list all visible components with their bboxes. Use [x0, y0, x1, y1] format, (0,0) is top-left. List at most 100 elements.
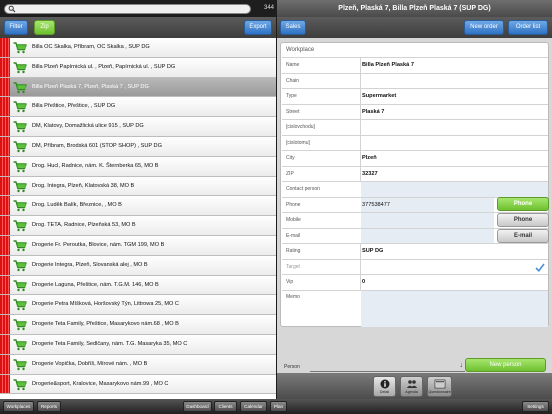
status-stripe	[0, 216, 10, 235]
calendar-button[interactable]: Calendar	[240, 401, 267, 412]
info-icon	[380, 379, 389, 389]
order-list-button[interactable]: Order list	[508, 20, 548, 35]
list-item[interactable]: Billa Plzeň Papírnická ul. , Plzeň, Papí…	[0, 57, 276, 78]
store-name: Drogerie Petra Míšková, Horšovský Týn, L…	[32, 301, 179, 308]
phone-button[interactable]: Phone	[497, 213, 549, 227]
list-item[interactable]: Drogerie Petra Míšková, Horšovský Týn, L…	[0, 295, 276, 316]
cart-icon[interactable]	[13, 260, 27, 272]
list-item[interactable]: Billa Přeštice, Přeštice, , SUP DG	[0, 97, 276, 118]
reports-button[interactable]: Reports	[37, 401, 61, 412]
cislotomu-row: [cislotomu]	[282, 134, 548, 150]
search-input[interactable]	[4, 4, 251, 14]
cart-icon[interactable]	[13, 359, 27, 371]
plan-button[interactable]: Plan	[270, 401, 287, 412]
dashboard-button[interactable]: Dashboard	[183, 401, 212, 412]
cart-icon[interactable]	[13, 319, 27, 331]
email-input[interactable]	[361, 228, 494, 243]
rating-label: Rating	[286, 248, 301, 254]
cart-icon[interactable]	[13, 161, 27, 173]
form-icon	[434, 379, 445, 389]
store-name: Drogerie Teta Family, Sedlčany, nám. T.G…	[32, 340, 188, 347]
cart-icon[interactable]	[13, 62, 27, 74]
list-item[interactable]: Drog. Integra, Plzeň, Klatovská 38, MO B	[0, 176, 276, 197]
list-item[interactable]: Drogerie Teta Family, Sedlčany, nám. T.G…	[0, 334, 276, 355]
name-row: Name Billa Plzeň Plaská 7	[282, 57, 548, 73]
memo-input[interactable]	[361, 290, 548, 327]
divider	[360, 120, 361, 135]
workplace-detail-pane: Plzeň, Plaská 7, Billa Plzeň Plaská 7 (S…	[277, 0, 552, 399]
new-order-button[interactable]: New order	[464, 20, 504, 35]
list-item[interactable]: Drog. Hucl, Radnice, nám. K. Šternberka …	[0, 156, 276, 177]
workplace-form: Workplace Name Billa Plzeň Plaská 7 Chai…	[280, 42, 549, 327]
list-item[interactable]: DM, Klatovy, Domažlická ulice 915 , SUP …	[0, 117, 276, 137]
cart-icon[interactable]	[13, 121, 27, 133]
sales-button[interactable]: Sales	[280, 20, 306, 35]
filter-button[interactable]: Filter	[4, 20, 28, 35]
cart-icon[interactable]	[13, 81, 27, 94]
zip-value[interactable]: 32327	[362, 167, 378, 182]
mobile-input[interactable]	[361, 213, 494, 228]
name-value[interactable]: Billa Plzeň Plaská 7	[362, 58, 414, 73]
detail-toolbar: Sales New order Order list	[277, 17, 552, 38]
tab-questionnaire[interactable]: Questionnaire	[427, 376, 452, 397]
type-value[interactable]: Supermarket	[362, 89, 396, 104]
list-item[interactable]: Drogerie Integra, Plzeň, Slovanská alej …	[0, 255, 276, 276]
list-toolbar: Filter Zip Export	[0, 17, 276, 38]
list-item[interactable]: Drogerie&sport, Kralovice, Masarykovo ná…	[0, 374, 276, 395]
target-check-icon[interactable]	[535, 263, 545, 272]
list-item[interactable]: Drog. Luděk Balík, Březnice, , MO B	[0, 196, 276, 217]
type-row: Type Supermarket	[282, 88, 548, 104]
name-label: Name	[286, 62, 300, 68]
cart-icon[interactable]	[13, 200, 27, 212]
store-name: Billa Přeštice, Přeštice, , SUP DG	[32, 103, 116, 110]
cart-icon[interactable]	[13, 180, 27, 193]
tab-agenda[interactable]: Agenda	[400, 376, 423, 397]
new-person-button[interactable]: New person	[465, 358, 546, 372]
zip-label: ZIP	[286, 170, 294, 177]
workplaces-button[interactable]: Workplaces	[3, 401, 34, 412]
person-label: Person	[284, 364, 300, 370]
cart-icon[interactable]	[13, 279, 27, 292]
page-title: Plzeň, Plaská 7, Billa Plzeň Plaská 7 (S…	[338, 5, 491, 12]
cart-icon[interactable]	[13, 240, 27, 252]
list-item[interactable]: Billa Plzeň Plaská 7, Plzeň, Plaská 7 , …	[0, 77, 276, 98]
cart-icon[interactable]	[13, 339, 27, 351]
list-item[interactable]: Drogerie Laguna, Přeštice, nám. T.G.M. 1…	[0, 275, 276, 296]
rating-value[interactable]: SUP DG	[362, 244, 383, 259]
list-item[interactable]: DM, Příbram, Brodská 601 (STOP SHOP) , S…	[0, 136, 276, 157]
vip-value[interactable]: 0	[362, 275, 365, 290]
chain-row: Chain	[282, 72, 548, 88]
cart-icon[interactable]	[13, 101, 27, 113]
divider	[360, 259, 361, 274]
zip-button[interactable]: Zip	[34, 20, 55, 35]
divider	[360, 275, 361, 290]
street-value[interactable]: Plaská 7	[362, 105, 384, 120]
type-label: Type	[286, 93, 297, 99]
clients-button[interactable]: Clients	[214, 401, 237, 412]
cart-icon[interactable]	[13, 42, 27, 54]
tab-detail[interactable]: Detail	[373, 376, 396, 397]
mobile-label: Mobile	[286, 217, 301, 223]
list-item[interactable]: Drog. TETA, Radnice, Plzeňská 53, MO B	[0, 216, 276, 236]
status-stripe	[0, 196, 10, 216]
phone-call-button[interactable]: Phone	[497, 197, 549, 211]
rating-row: Rating SUP DG	[282, 243, 548, 259]
list-item[interactable]: Drogerie Teta Family, Přeštice, Masaryko…	[0, 315, 276, 335]
cart-icon[interactable]	[13, 299, 27, 311]
person-select[interactable]: ↓	[310, 362, 465, 372]
status-stripe	[0, 315, 10, 334]
cart-icon[interactable]	[13, 220, 27, 232]
list-item[interactable]: Drogerie Fr. Peroutka, Blovice, nám. TGM…	[0, 235, 276, 256]
status-stripe	[0, 295, 10, 315]
cart-icon[interactable]	[13, 141, 27, 153]
cart-icon[interactable]	[13, 378, 27, 391]
email-button[interactable]: E-mail	[497, 229, 549, 243]
city-value[interactable]: Plzeň	[362, 151, 377, 166]
contact-person-input[interactable]	[361, 182, 548, 197]
settings-button[interactable]: Settings	[522, 401, 549, 412]
chevron-down-icon: ↓	[459, 362, 464, 369]
list-item[interactable]: Billa OC Skalka, Příbram, OC Skalka , SU…	[0, 38, 276, 58]
export-button[interactable]: Export	[244, 20, 272, 35]
list-item[interactable]: Drogerie Vopička, Dobříš, Mírové nám. , …	[0, 354, 276, 375]
divider	[360, 58, 361, 73]
